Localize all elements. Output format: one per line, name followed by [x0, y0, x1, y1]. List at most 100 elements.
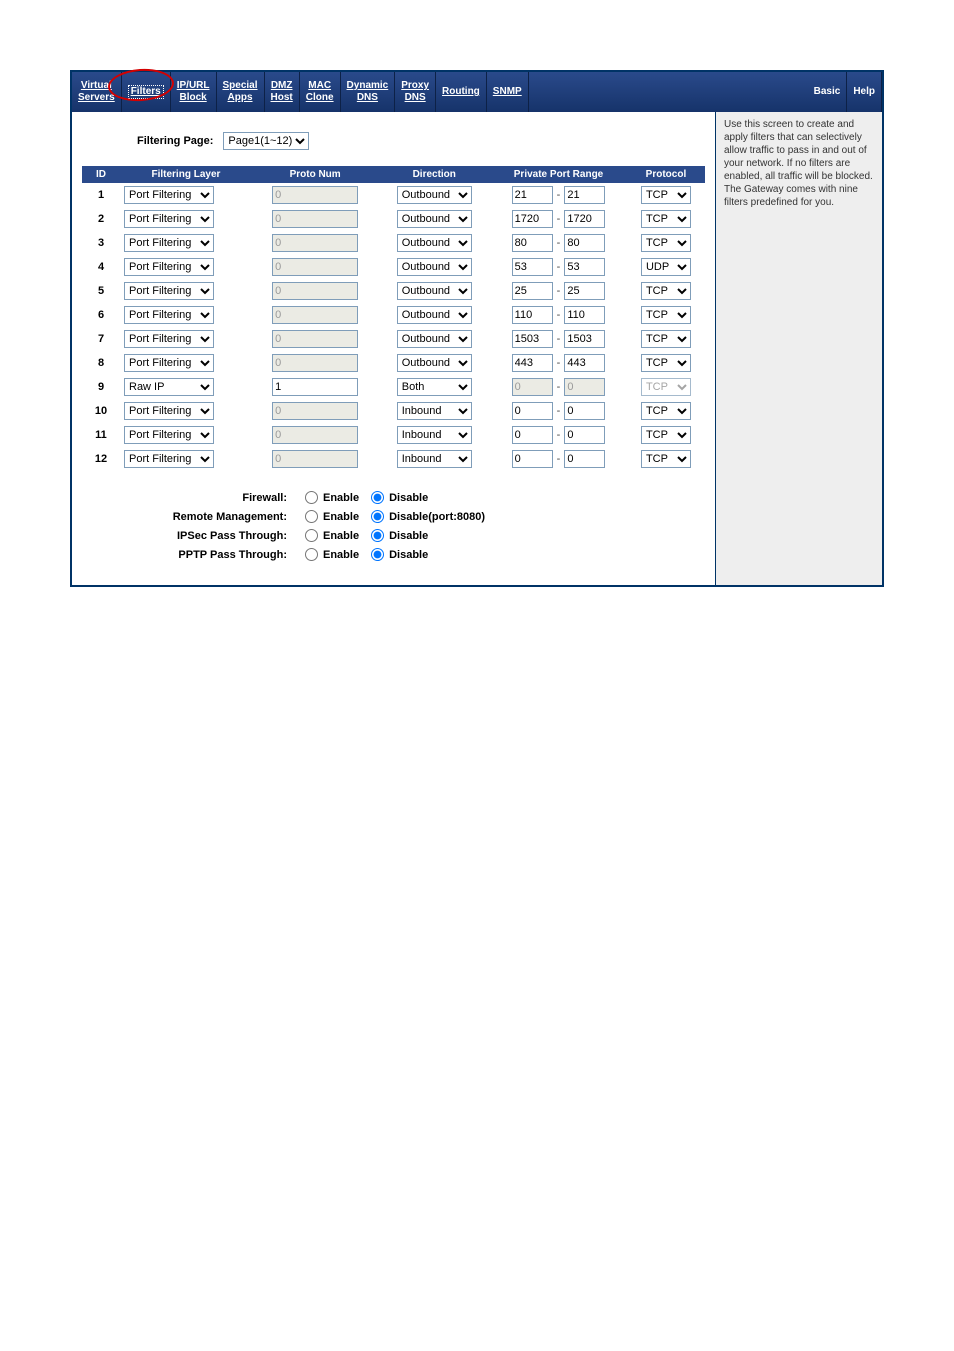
firewall-label: Firewall: [112, 492, 305, 504]
protocol-select[interactable]: TCPUDP [641, 450, 691, 468]
filtering-layer-select[interactable]: Port FilteringRaw IP [124, 426, 214, 444]
direction-select[interactable]: OutboundInboundBoth [397, 234, 472, 252]
port-end-input[interactable] [564, 234, 605, 252]
tab-filters[interactable]: Filters [122, 72, 171, 112]
port-range-dash: - [557, 261, 561, 273]
direction-select[interactable]: OutboundInboundBoth [397, 282, 472, 300]
filtering-page-select[interactable]: Page1(1~12) [223, 132, 309, 150]
protocol-select[interactable]: TCPUDP [641, 426, 691, 444]
tab-dynamic-dns[interactable]: Dynamic DNS [341, 72, 396, 112]
filtering-layer-select[interactable]: Port FilteringRaw IP [124, 258, 214, 276]
direction-select[interactable]: OutboundInboundBoth [397, 210, 472, 228]
port-end-input[interactable] [564, 186, 605, 204]
direction-select[interactable]: OutboundInboundBoth [397, 450, 472, 468]
pptp-disable-radio[interactable] [371, 548, 384, 561]
row-id: 5 [82, 279, 120, 303]
remote-enable-radio[interactable] [305, 510, 318, 523]
port-start-input[interactable] [512, 402, 553, 420]
firewall-enable-radio[interactable] [305, 491, 318, 504]
protocol-select[interactable]: TCPUDP [641, 354, 691, 372]
tab-ipurl-block[interactable]: IP/URL Block [171, 72, 217, 112]
port-end-input[interactable] [564, 354, 605, 372]
tab-snmp[interactable]: SNMP [487, 72, 529, 112]
port-end-input [564, 378, 605, 396]
port-start-input[interactable] [512, 354, 553, 372]
table-row: 7Port FilteringRaw IPOutboundInboundBoth… [82, 327, 705, 351]
header-protocol: Protocol [627, 166, 705, 183]
protocol-select[interactable]: TCPUDP [641, 306, 691, 324]
direction-select[interactable]: OutboundInboundBoth [397, 402, 472, 420]
port-end-input[interactable] [564, 306, 605, 324]
port-range-dash: - [557, 189, 561, 201]
pptp-enable-radio[interactable] [305, 548, 318, 561]
filtering-layer-select[interactable]: Port FilteringRaw IP [124, 282, 214, 300]
filtering-layer-select[interactable]: Port FilteringRaw IP [124, 306, 214, 324]
filtering-layer-select[interactable]: Port FilteringRaw IP [124, 210, 214, 228]
direction-select[interactable]: OutboundInboundBoth [397, 306, 472, 324]
table-row: 12Port FilteringRaw IPOutboundInboundBot… [82, 447, 705, 471]
tab-help[interactable]: Help [847, 72, 882, 112]
filtering-layer-select[interactable]: Port FilteringRaw IP [124, 378, 214, 396]
port-end-input[interactable] [564, 330, 605, 348]
filtering-layer-select[interactable]: Port FilteringRaw IP [124, 354, 214, 372]
port-start-input[interactable] [512, 306, 553, 324]
port-range-dash: - [557, 237, 561, 249]
port-end-input[interactable] [564, 426, 605, 444]
tab-virtual-servers[interactable]: Virtual Servers [72, 72, 122, 112]
table-row: 5Port FilteringRaw IP OutboundInboundBoth… [82, 279, 705, 303]
tab-routing[interactable]: Routing [436, 72, 487, 112]
row-id: 9 [82, 375, 120, 399]
tab-dmz-host[interactable]: DMZ Host [265, 72, 300, 112]
protocol-select[interactable]: TCPUDP [641, 210, 691, 228]
proto-num-input[interactable] [272, 378, 358, 396]
protocol-select[interactable]: TCPUDP [641, 234, 691, 252]
direction-select[interactable]: OutboundInboundBoth [397, 354, 472, 372]
direction-select[interactable]: OutboundInboundBoth [397, 378, 472, 396]
filtering-layer-select[interactable]: Port FilteringRaw IP [124, 450, 214, 468]
port-start-input[interactable] [512, 234, 553, 252]
proto-num-input [272, 426, 358, 444]
help-sidebar: Use this screen to create and apply filt… [715, 112, 882, 585]
protocol-select[interactable]: TCPUDP [641, 186, 691, 204]
port-end-input[interactable] [564, 282, 605, 300]
port-end-input[interactable] [564, 258, 605, 276]
direction-select[interactable]: OutboundInboundBoth [397, 330, 472, 348]
direction-select[interactable]: OutboundInboundBoth [397, 258, 472, 276]
port-range-dash: - [557, 333, 561, 345]
filtering-layer-select[interactable]: Port FilteringRaw IP [124, 186, 214, 204]
tab-basic[interactable]: Basic [808, 72, 848, 112]
filtering-layer-select[interactable]: Port FilteringRaw IP [124, 330, 214, 348]
protocol-select[interactable]: TCPUDP [641, 258, 691, 276]
firewall-disable-radio[interactable] [371, 491, 384, 504]
row-id: 10 [82, 399, 120, 423]
port-start-input[interactable] [512, 186, 553, 204]
direction-select[interactable]: OutboundInboundBoth [397, 186, 472, 204]
protocol-select[interactable]: TCPUDP [641, 402, 691, 420]
table-row: 10Port FilteringRaw IP OutboundInboundBot… [82, 399, 705, 423]
filtering-layer-select[interactable]: Port FilteringRaw IP [124, 402, 214, 420]
port-start-input[interactable] [512, 282, 553, 300]
remote-disable-radio[interactable] [371, 510, 384, 523]
port-start-input[interactable] [512, 210, 553, 228]
protocol-select[interactable]: TCPUDP [641, 282, 691, 300]
port-end-input[interactable] [564, 402, 605, 420]
tab-special-apps[interactable]: Special Apps [217, 72, 265, 112]
ipsec-disable-radio[interactable] [371, 529, 384, 542]
port-start-input[interactable] [512, 450, 553, 468]
row-id: 6 [82, 303, 120, 327]
proto-num-input [272, 450, 358, 468]
table-header-row: ID Filtering Layer Proto Num Direction P… [82, 166, 705, 183]
tab-mac-clone[interactable]: MAC Clone [300, 72, 341, 112]
port-range-dash: - [557, 213, 561, 225]
tab-proxy-dns[interactable]: Proxy DNS [395, 72, 436, 112]
ipsec-enable-radio[interactable] [305, 529, 318, 542]
direction-select[interactable]: OutboundInboundBoth [397, 426, 472, 444]
filtering-layer-select[interactable]: Port FilteringRaw IP [124, 234, 214, 252]
port-end-input[interactable] [564, 450, 605, 468]
remote-enable-label: Enable [323, 511, 359, 523]
port-start-input[interactable] [512, 258, 553, 276]
port-start-input[interactable] [512, 426, 553, 444]
port-start-input[interactable] [512, 330, 553, 348]
port-end-input[interactable] [564, 210, 605, 228]
protocol-select[interactable]: TCPUDP [641, 330, 691, 348]
